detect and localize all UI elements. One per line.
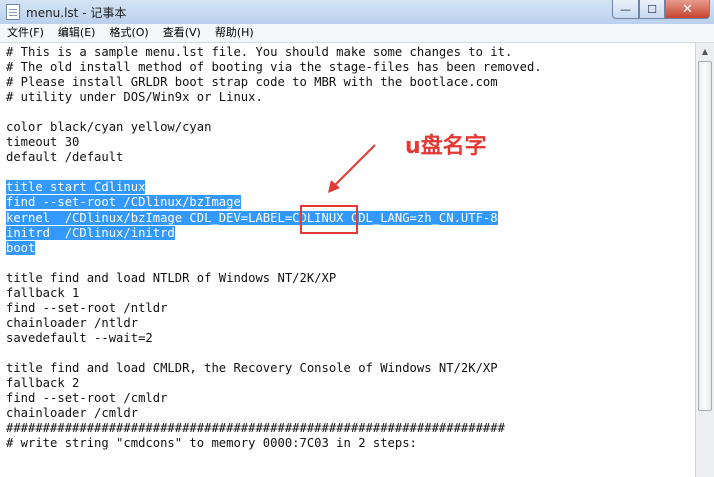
annotation-label: u盘名字: [405, 134, 487, 159]
annotation-arrow-icon: [328, 144, 376, 193]
